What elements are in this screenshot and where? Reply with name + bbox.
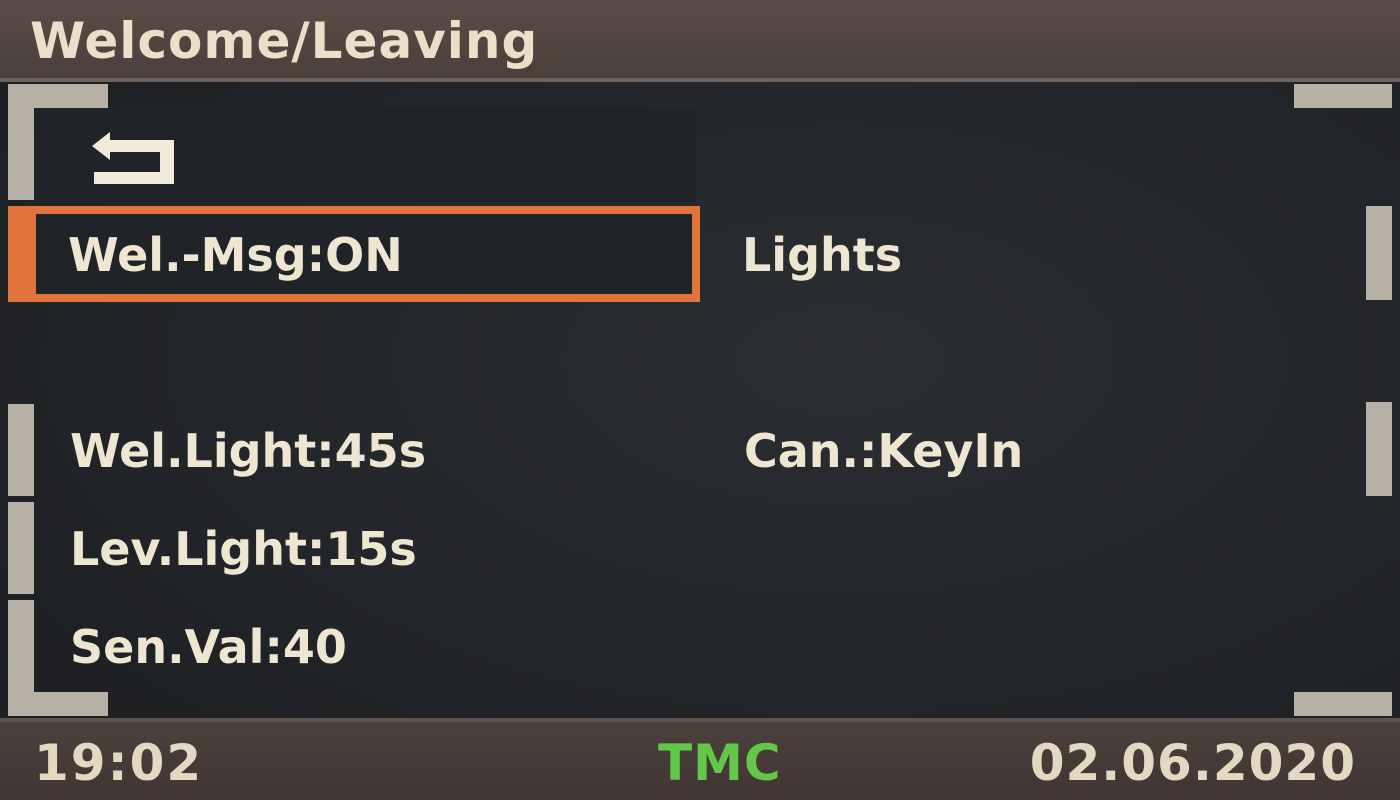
status-bar: 19:02 TMC 02.06.2020: [0, 718, 1400, 800]
frame-bracket: [8, 84, 34, 200]
tmc-indicator: TMC: [658, 734, 782, 792]
title-bar: Welcome/Leaving: [0, 0, 1400, 82]
status-date: 02.06.2020: [1029, 734, 1356, 792]
display-screen: Welcome/Leaving Wel.-Msg:ON Lights Wel.L…: [0, 0, 1400, 800]
menu-item-welcome-message[interactable]: Wel.-Msg:ON: [8, 206, 700, 302]
frame-bracket: [1366, 402, 1392, 496]
frame-bracket: [1366, 206, 1392, 300]
page-title: Welcome/Leaving: [30, 12, 539, 70]
menu-item-leaving-light[interactable]: Lev.Light:15s: [70, 522, 417, 576]
frame-bracket: [1294, 84, 1392, 108]
menu-item-sensor-value[interactable]: Sen.Val:40: [70, 620, 347, 674]
menu-item-lights[interactable]: Lights: [742, 228, 902, 282]
menu-item-welcome-light[interactable]: Wel.Light:45s: [70, 424, 426, 478]
frame-bracket: [8, 692, 108, 716]
status-time: 19:02: [34, 734, 204, 792]
menu-item-label: Wel.-Msg:ON: [68, 228, 403, 282]
menu-item-cancel[interactable]: Can.:KeyIn: [744, 424, 1023, 478]
back-arrow-icon[interactable]: [88, 130, 178, 186]
frame-bracket: [8, 502, 34, 594]
frame-bracket: [1294, 692, 1392, 716]
frame-bracket: [8, 404, 34, 496]
